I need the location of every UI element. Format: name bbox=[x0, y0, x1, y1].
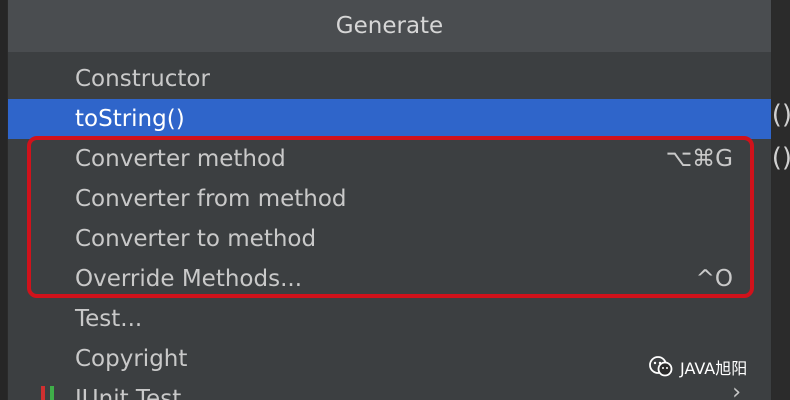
menu-item-junit-test[interactable]: JUnit Test bbox=[8, 379, 771, 400]
menu-item-converter-to-method[interactable]: Converter to method bbox=[8, 219, 771, 259]
menu-item-constructor[interactable]: Constructor bbox=[8, 59, 771, 99]
watermark-text: JAVA旭阳 bbox=[680, 359, 748, 378]
popup-title: Generate bbox=[8, 0, 771, 52]
editor-gutter bbox=[0, 0, 8, 400]
junit-icon bbox=[41, 386, 54, 400]
menu-item-label: JUnit Test bbox=[75, 386, 182, 400]
editor-paren-1: () bbox=[771, 100, 790, 130]
editor-background-right: () () bbox=[770, 0, 790, 400]
menu-item-converter-method[interactable]: Converter method ⌥⌘G bbox=[8, 139, 771, 179]
menu-item-test[interactable]: Test... bbox=[8, 299, 771, 339]
menu-item-label: Converter method bbox=[75, 146, 286, 172]
menu-item-label: Test... bbox=[75, 306, 143, 332]
menu-item-shortcut: ⌥⌘G bbox=[665, 146, 733, 172]
menu-item-label: Converter from method bbox=[75, 186, 347, 212]
menu-item-label: Constructor bbox=[75, 66, 210, 92]
generate-popup: Generate Constructor toString() Converte… bbox=[8, 0, 771, 400]
submenu-arrow-icon: › bbox=[732, 380, 741, 400]
wechat-icon bbox=[649, 356, 673, 377]
watermark: JAVA旭阳 bbox=[648, 352, 747, 382]
menu-item-override-methods[interactable]: Override Methods... ^O bbox=[8, 259, 771, 299]
menu-item-label: Converter to method bbox=[75, 226, 317, 252]
menu-item-tostring[interactable]: toString() bbox=[8, 99, 771, 139]
menu-item-converter-from-method[interactable]: Converter from method bbox=[8, 179, 771, 219]
editor-paren-2: () bbox=[771, 143, 790, 173]
menu-item-label: toString() bbox=[75, 106, 185, 132]
menu-item-label: Copyright bbox=[75, 346, 188, 372]
menu-item-shortcut: ^O bbox=[695, 266, 733, 292]
menu-item-label: Override Methods... bbox=[75, 266, 303, 292]
